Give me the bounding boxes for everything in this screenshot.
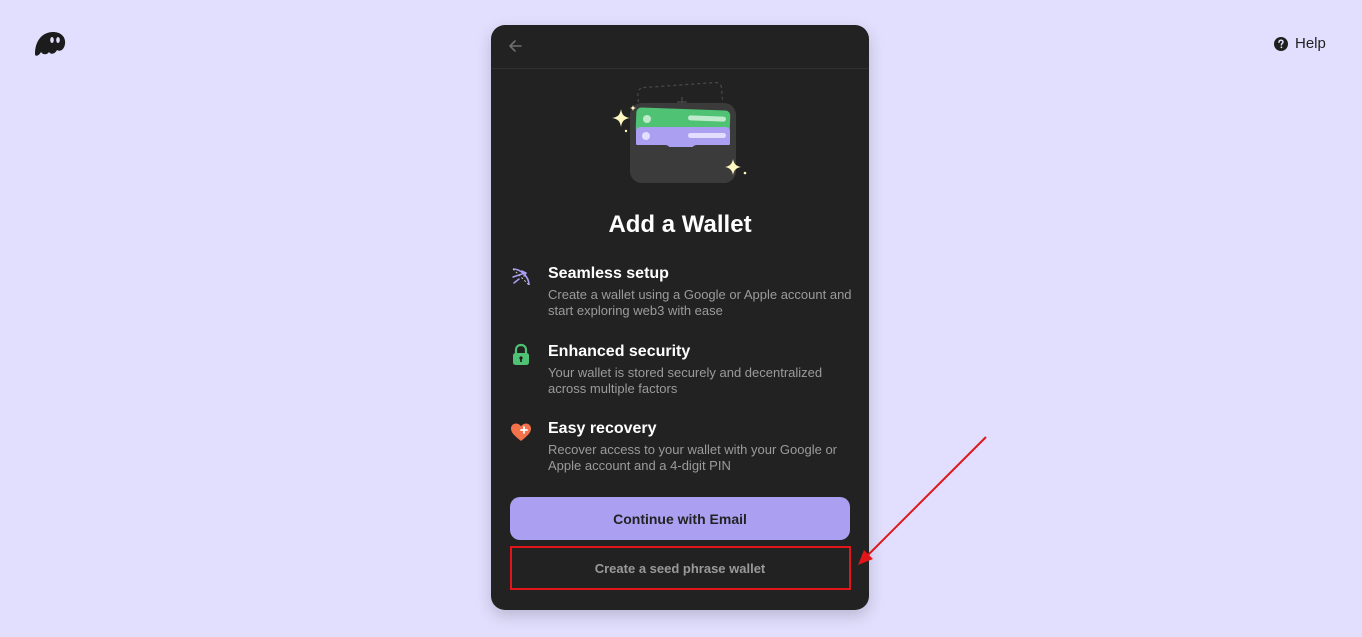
question-circle-icon <box>1274 36 1288 51</box>
feature-title: Easy recovery <box>548 420 657 437</box>
dialog-header <box>491 25 869 69</box>
bow-arrow-icon <box>509 265 533 289</box>
phantom-ghost-icon[interactable] <box>33 30 67 56</box>
help-label: Help <box>1295 35 1326 52</box>
wallet-illustration <box>603 79 753 191</box>
feature-seamless-setup: Seamless setup Create a wallet using a G… <box>509 264 854 318</box>
feature-desc: Recover access to your wallet with your … <box>548 442 838 473</box>
feature-easy-recovery: Easy recovery Recover access to your wal… <box>509 419 854 473</box>
add-wallet-dialog: Add a Wallet Seamless setup Create a wal… <box>491 25 869 610</box>
padlock-icon <box>509 343 533 367</box>
arrow-left-icon <box>509 40 522 52</box>
continue-with-email-button[interactable]: Continue with Email <box>510 497 850 540</box>
page-title: Add a Wallet <box>608 211 752 238</box>
feature-desc: Create a wallet using a Google or Apple … <box>548 287 852 318</box>
feature-desc: Your wallet is stored securely and decen… <box>548 365 823 396</box>
feature-enhanced-security: Enhanced security Your wallet is stored … <box>509 342 854 396</box>
create-seed-phrase-wallet-button[interactable]: Create a seed phrase wallet <box>510 547 850 589</box>
heart-plus-icon <box>509 420 533 444</box>
feature-title: Seamless setup <box>548 265 669 282</box>
feature-title: Enhanced security <box>548 343 691 360</box>
help-link[interactable]: Help <box>1274 35 1326 52</box>
back-button[interactable] <box>505 36 525 56</box>
